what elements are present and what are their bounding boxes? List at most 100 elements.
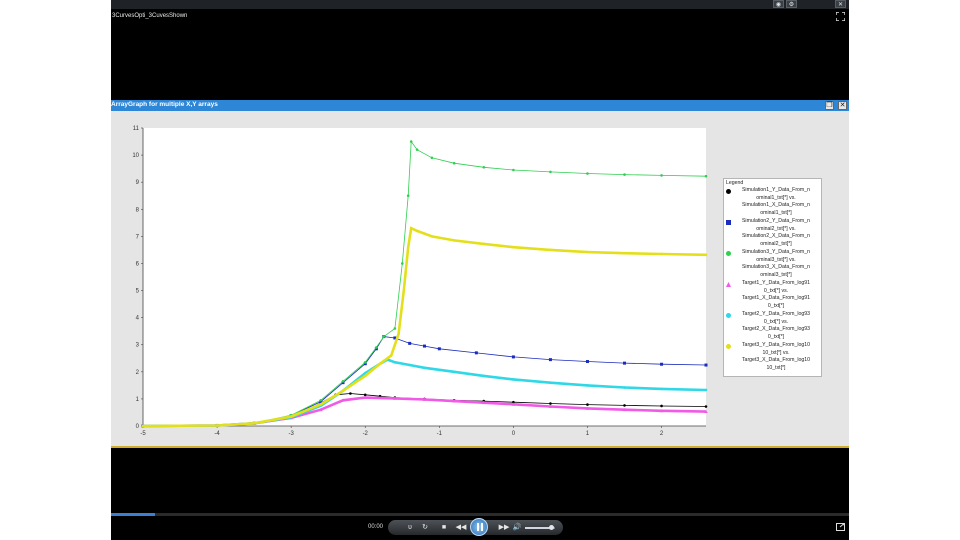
refresh-icon[interactable]: ↻ <box>419 523 431 532</box>
seek-bar[interactable] <box>111 513 849 516</box>
data-point <box>549 248 552 252</box>
y-tick-label: 0 <box>136 424 140 430</box>
legend-label: Simulation2_Y_Data_From_n ominal2_txt[*]… <box>741 218 811 247</box>
volume-icon[interactable]: 🔊 <box>511 523 523 532</box>
expand-icon[interactable] <box>836 523 845 531</box>
data-point <box>704 363 708 367</box>
data-point <box>586 384 589 387</box>
data-point <box>363 361 367 364</box>
y-tick-label: 7 <box>136 234 140 240</box>
plot-background <box>143 128 706 426</box>
graph-window-titlebar[interactable]: ArrayGraph for multiple X,Y arrays ❐ ✕ <box>111 100 849 111</box>
data-point <box>341 389 345 393</box>
legend-label: Target3_Y_Data_From_log10 10_txt[*] vs. … <box>741 342 811 371</box>
data-point <box>482 165 486 169</box>
x-tick-label: -4 <box>214 431 220 437</box>
x-tick-label: -2 <box>363 431 369 437</box>
data-point <box>375 346 378 349</box>
data-point <box>423 344 426 348</box>
square-marker-icon <box>726 220 731 225</box>
data-point <box>141 424 145 428</box>
data-point <box>660 174 663 177</box>
circle-marker-icon <box>726 313 731 318</box>
data-point <box>623 173 626 176</box>
playback-controls: 00:00 ʋ ↻ ■ ◀◀ ▶▶ 🔊 <box>111 518 849 540</box>
restore-icon[interactable]: ❐ <box>825 101 834 110</box>
eye-icon[interactable]: ◉ <box>773 0 784 8</box>
data-point <box>474 351 478 355</box>
data-point <box>409 140 413 143</box>
data-point <box>319 398 323 402</box>
data-point <box>549 402 552 405</box>
rewind-icon[interactable]: ◀◀ <box>455 523 467 532</box>
data-point <box>252 421 256 425</box>
data-point <box>586 403 589 406</box>
y-tick-label: 9 <box>136 180 140 186</box>
x-tick-label: -3 <box>288 431 294 437</box>
data-point <box>382 335 386 338</box>
data-point <box>408 363 411 367</box>
x-tick-label: 0 <box>512 431 516 437</box>
data-point <box>415 148 419 151</box>
legend: Legend Simulation1_Y_Data_From_n ominal1… <box>723 178 822 377</box>
close-icon[interactable]: ✕ <box>838 101 847 110</box>
stop-icon[interactable]: ■ <box>438 523 450 532</box>
data-point <box>511 355 515 359</box>
control-bar: ʋ ↻ ■ ◀◀ ▶▶ 🔊 <box>388 518 563 536</box>
data-point <box>406 245 410 249</box>
data-point <box>349 392 352 395</box>
close-icon[interactable]: ✕ <box>835 0 846 8</box>
data-point <box>549 381 552 384</box>
y-tick-label: 8 <box>136 207 140 213</box>
fast-forward-icon[interactable]: ▶▶ <box>498 523 510 532</box>
pause-icon[interactable] <box>470 518 488 536</box>
data-point <box>400 262 404 265</box>
y-tick-label: 3 <box>136 343 140 349</box>
fullscreen-icon[interactable] <box>836 12 845 21</box>
gear-icon[interactable]: ⚙ <box>786 0 797 8</box>
data-point <box>512 378 515 381</box>
y-tick-label: 1 <box>136 397 140 403</box>
data-point <box>406 194 410 198</box>
data-point <box>660 404 663 408</box>
data-point <box>586 172 589 175</box>
legend-label: Target1_Y_Data_From_log91 0_txt[*] vs. T… <box>741 280 811 309</box>
data-point <box>452 161 456 165</box>
circle-marker-icon <box>726 189 731 194</box>
data-point <box>704 388 708 392</box>
loop-icon[interactable]: ʋ <box>404 523 416 532</box>
window-bottom-border <box>111 446 849 448</box>
data-point <box>378 362 382 365</box>
data-point <box>389 354 393 357</box>
legend-label: Simulation3_Y_Data_From_n ominal3_txt[*]… <box>741 249 811 278</box>
clip-title: 3CurvesOpti_3CuvesShown <box>112 13 188 19</box>
data-point <box>402 289 406 292</box>
x-tick-label: 2 <box>660 431 664 437</box>
legend-label: Target2_Y_Data_From_log93 0_txt[*] vs. T… <box>741 311 811 340</box>
data-point <box>704 174 708 178</box>
legend-label: Simulation1_Y_Data_From_n ominal1_txt[*]… <box>741 187 811 216</box>
data-point <box>423 366 426 370</box>
data-point <box>585 360 589 364</box>
data-point <box>452 239 456 242</box>
volume-slider[interactable] <box>525 525 555 530</box>
data-point <box>623 386 626 389</box>
data-point <box>397 332 400 336</box>
data-point <box>623 251 626 255</box>
data-point <box>408 341 412 345</box>
data-point <box>512 245 515 249</box>
seek-progress <box>111 513 156 516</box>
volume-knob[interactable] <box>548 525 554 530</box>
data-point <box>586 250 589 254</box>
data-point <box>452 370 456 374</box>
data-point <box>430 235 434 238</box>
data-point <box>319 403 323 406</box>
data-point <box>704 253 708 257</box>
array-graph-window: ArrayGraph for multiple X,Y arrays ❐ ✕ 0… <box>111 100 849 448</box>
data-point <box>660 252 663 256</box>
data-point <box>704 405 708 408</box>
x-tick-label: -5 <box>140 431 146 437</box>
data-point <box>548 358 552 362</box>
y-tick-label: 4 <box>136 316 140 322</box>
data-point <box>437 347 441 351</box>
